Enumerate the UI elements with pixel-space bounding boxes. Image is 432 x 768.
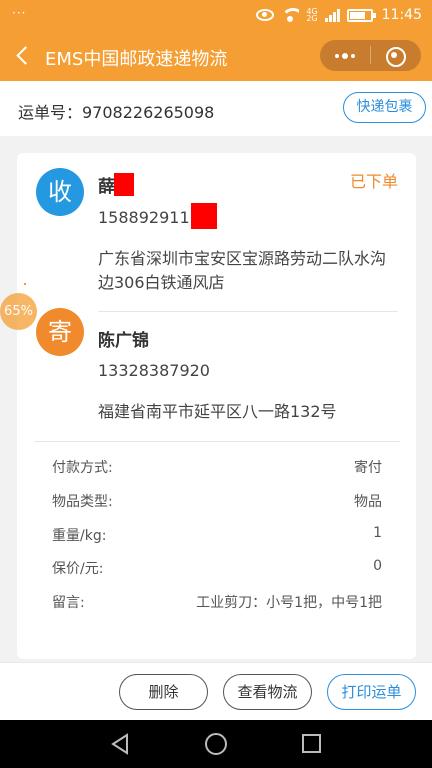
detail-row-payment: 付款方式: 寄付	[52, 457, 382, 477]
receiver-phone: 158892911	[98, 208, 190, 227]
detail-value: 物品	[354, 494, 382, 510]
order-status-badge: 已下单	[349, 172, 398, 191]
progress-dot	[24, 283, 26, 285]
status-bar: ··· 4G 2G 11:45	[0, 0, 432, 32]
delete-button[interactable]: 删除	[119, 674, 208, 710]
receiver-avatar: 收	[36, 168, 84, 216]
nav-home-icon[interactable]	[205, 733, 227, 755]
detail-label: 保价/元:	[52, 561, 104, 577]
package-type-button[interactable]: 快递包裹	[343, 92, 426, 123]
sender-avatar: 寄	[36, 308, 84, 356]
print-waybill-button[interactable]: 打印运单	[327, 674, 416, 710]
status-icons: 4G 2G 11:45	[256, 7, 422, 23]
bottom-action-bar: 删除 查看物流 打印运单	[0, 662, 432, 720]
receiver-name-row: 薛	[98, 172, 134, 197]
detail-row-weight: 重量/kg: 1	[52, 525, 382, 545]
detail-value: 工业剪刀：小号1把，中号1把	[196, 595, 382, 611]
detail-row-message: 留言: 工业剪刀：小号1把，中号1把	[52, 592, 382, 612]
wifi-icon	[281, 8, 300, 22]
close-target-icon[interactable]	[371, 40, 421, 71]
detail-label: 付款方式:	[52, 460, 113, 476]
detail-value: 寄付	[354, 460, 382, 476]
mini-program-capsule	[320, 40, 421, 71]
redaction-mark	[190, 202, 217, 229]
divider	[34, 441, 400, 442]
detail-label: 重量/kg:	[52, 528, 107, 544]
battery-icon	[346, 8, 376, 22]
nav-back-icon[interactable]	[110, 733, 130, 755]
floating-progress-bubble[interactable]: 65%	[0, 293, 37, 330]
detail-label: 物品类型:	[52, 494, 113, 510]
redaction-mark	[114, 172, 134, 196]
divider	[98, 311, 398, 312]
order-card: 收 薛 已下单 158892911 广东省深圳市宝安区宝源路劳动二队水沟边306…	[17, 153, 416, 659]
system-nav-bar	[0, 720, 432, 768]
network-type-label: 4G 2G	[306, 7, 318, 23]
eye-comfort-icon	[256, 9, 275, 21]
more-icon[interactable]	[320, 40, 370, 71]
nav-recents-icon[interactable]	[302, 734, 321, 753]
status-time: 11:45	[381, 7, 422, 23]
sender-name: 陈广锦	[98, 331, 149, 351]
sender-phone: 13328387920	[98, 361, 210, 380]
receiver-phone-row: 158892911	[98, 202, 217, 229]
receiver-address: 广东省深圳市宝安区宝源路劳动二队水沟边306白铁通风店	[98, 249, 387, 292]
sender-address: 福建省南平市延平区八一路132号	[98, 402, 337, 421]
back-icon[interactable]	[14, 46, 34, 66]
waybill-bar: 运单号：9708226265098 快递包裹	[0, 81, 432, 136]
detail-row-insured-value: 保价/元: 0	[52, 558, 382, 578]
view-logistics-button[interactable]: 查看物流	[223, 674, 312, 710]
detail-value: 0	[373, 558, 382, 574]
notification-dots: ···	[12, 6, 27, 20]
detail-row-item-type: 物品类型: 物品	[52, 491, 382, 511]
detail-value: 1	[373, 525, 382, 541]
waybill-number: 运单号：9708226265098	[18, 103, 215, 122]
title-bar: EMS中国邮政速递物流	[0, 32, 432, 81]
signal-icon	[324, 8, 340, 22]
receiver-name: 薛	[98, 177, 115, 197]
page-title: EMS中国邮政速递物流	[45, 49, 228, 70]
detail-label: 留言:	[52, 595, 85, 611]
